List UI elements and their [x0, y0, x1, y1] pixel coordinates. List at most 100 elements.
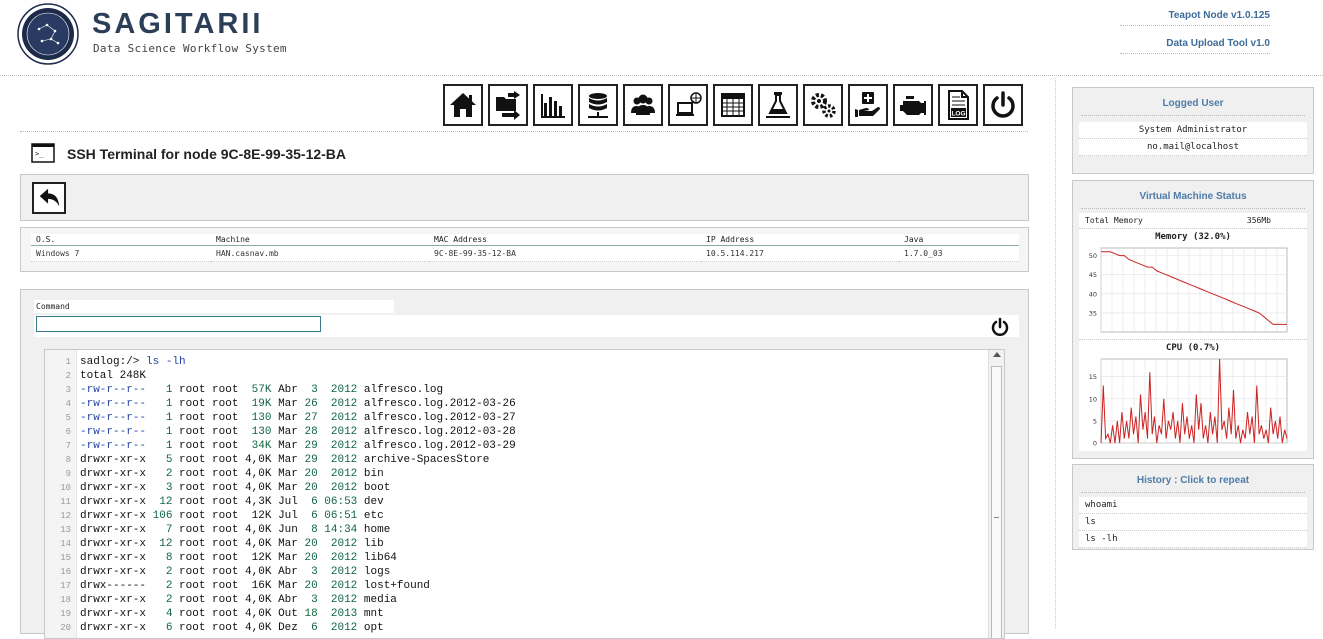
settings-button[interactable]: [803, 84, 843, 126]
file-entry: -rw-r--r-- 1 root root 130 Mar 28 2012 a…: [80, 426, 516, 438]
file-entry: drwxr-xr-x 106 root root 12K Jul 6 06:51…: [80, 510, 384, 522]
terminal-line: 17 drwx------ 2 root root 16K Mar 20 2012…: [45, 579, 516, 593]
terminal-line: 12 drwxr-xr-x 106 root root 12K Jul 6 06:…: [45, 509, 516, 523]
terminal-line: 14 drwxr-xr-x 12 root root 4,0K Mar 20 20…: [45, 537, 516, 551]
file-entry: drwxr-xr-x 12 root root 4,3K Jul 6 06:53…: [80, 496, 384, 508]
file-entry: drwxr-xr-x 12 root root 4,0K Mar 20 2012…: [80, 538, 384, 550]
file-entry: -rw-r--r-- 1 root root 34K Mar 29 2012 a…: [80, 440, 516, 452]
user-email: no.mail@localhost: [1079, 139, 1307, 156]
experiment-icon: [766, 92, 790, 118]
file-entry: -rw-r--r-- 1 root root 130 Mar 27 2012 a…: [80, 412, 516, 424]
table-icon: [721, 93, 745, 117]
line-number: 1: [65, 357, 71, 367]
line-number: 6: [65, 427, 71, 437]
file-entry: drwxr-xr-x 3 root root 4,0K Mar 20 2012 …: [80, 482, 391, 494]
line-number: 14: [60, 539, 71, 549]
power-icon: [991, 91, 1015, 118]
scroll-up-arrow-icon[interactable]: [993, 352, 1001, 357]
disconnect-power-icon[interactable]: [990, 317, 1010, 337]
tables-button[interactable]: [713, 84, 753, 126]
terminal-line: 13 drwxr-xr-x 7 root root 4,0K Jun 8 14:3…: [45, 523, 516, 537]
network-terminal-icon: [676, 92, 702, 116]
os-value: Windows 7: [31, 245, 211, 262]
node-info-panel: O.S. Machine MAC Address IP Address Java…: [20, 227, 1029, 272]
back-arrow-icon: [39, 188, 60, 207]
terminal-line: 7 -rw-r--r-- 1 root root 34K Mar 29 2012 …: [45, 439, 516, 453]
database-icon: [588, 93, 608, 118]
folder-transfer-icon: [496, 91, 520, 120]
database-button[interactable]: [578, 84, 618, 126]
logged-user-panel: Logged User System Administrator no.mail…: [1072, 87, 1314, 174]
y-tick-label: 40: [1089, 290, 1097, 298]
engine-icon: [900, 96, 926, 115]
logged-user-title: Logged User: [1081, 88, 1305, 116]
y-tick-label: 50: [1089, 252, 1097, 260]
line-number: 5: [65, 413, 71, 423]
log-file-icon: LOG: [948, 90, 969, 120]
file-entry: drwxr-xr-x 7 root root 4,0K Jun 8 14:34 …: [80, 524, 391, 536]
back-button[interactable]: [32, 182, 66, 214]
health-button[interactable]: [848, 84, 888, 126]
engine-button[interactable]: [893, 84, 933, 126]
y-tick-label: 10: [1089, 395, 1097, 403]
column-divider: [1055, 78, 1056, 629]
bar-chart-icon: [541, 94, 565, 118]
file-entry: drwxr-xr-x 8 root root 12K Mar 20 2012 l…: [80, 552, 397, 564]
vm-status-title: Virtual Machine Status: [1081, 181, 1305, 209]
brand-title: SAGITARII: [92, 8, 264, 40]
gears-icon: [811, 93, 836, 118]
line-number: 10: [60, 483, 71, 493]
y-tick-label: 45: [1089, 271, 1097, 279]
total-memory-label: Total Memory: [1085, 216, 1143, 225]
ip-address-value: 10.5.114.217: [701, 245, 899, 262]
teapot-node-link[interactable]: Teapot Node v1.0.125: [1120, 10, 1270, 26]
history-title[interactable]: History : Click to repeat: [1081, 465, 1305, 493]
terminal-scrollbar[interactable]: [988, 350, 1004, 638]
file-entry: drwxr-xr-x 2 root root 4,0K Mar 20 2012 …: [80, 468, 384, 480]
table-row: Windows 7 HAN.casnav.mb 9C-8E-99-35-12-B…: [31, 245, 1019, 262]
file-entry: drwxr-xr-x 5 root root 4,0K Mar 29 2012 …: [80, 454, 490, 466]
data-upload-tool-link[interactable]: Data Upload Tool v1.0: [1120, 38, 1270, 54]
command-panel: Command 1 sadlog:/> ls -lh 2 total 248K 3-…: [20, 289, 1029, 639]
memory-chart-svg: 35 40 45 50: [1089, 247, 1288, 333]
terminal-icon: >_: [31, 143, 55, 163]
terminal-lines: 1 sadlog:/> ls -lh 2 total 248K 3 -rw-r--r-…: [45, 355, 516, 635]
y-tick-label: 35: [1089, 309, 1097, 317]
charts-button[interactable]: [533, 84, 573, 126]
brand-subtitle: Data Science Workflow System: [93, 42, 287, 55]
plot-area: [1100, 247, 1288, 333]
line-number: 3: [65, 385, 71, 395]
users-button[interactable]: [623, 84, 663, 126]
line-number: 11: [60, 497, 71, 507]
log-button[interactable]: LOG: [938, 84, 978, 126]
network-nodes-button[interactable]: [668, 84, 708, 126]
terminal-icon-text: >_: [35, 150, 44, 158]
file-transfer-button[interactable]: [488, 84, 528, 126]
line-number: 9: [65, 469, 71, 479]
home-button[interactable]: [443, 84, 483, 126]
scroll-thumb[interactable]: [991, 366, 1002, 638]
history-item[interactable]: whoami: [1079, 497, 1307, 514]
node-info-table: O.S. Machine MAC Address IP Address Java…: [31, 234, 1019, 262]
history-item[interactable]: ls -lh: [1079, 531, 1307, 548]
experiments-button[interactable]: [758, 84, 798, 126]
toolbar-divider: [20, 131, 1028, 132]
terminal-line: 5 -rw-r--r-- 1 root root 130 Mar 27 2012 …: [45, 411, 516, 425]
line-number: 15: [60, 553, 71, 563]
file-entry: drwxr-xr-x 4 root root 4,0K Out 18 2013 …: [80, 608, 384, 620]
column-header-machine: Machine: [211, 234, 429, 246]
file-entry: drwx------ 2 root root 16K Mar 20 2012 l…: [80, 580, 430, 592]
history-item[interactable]: ls: [1079, 514, 1307, 531]
users-icon: [631, 94, 655, 115]
terminal-line: 3 -rw-r--r-- 1 root root 57K Abr 3 2012 a…: [45, 383, 516, 397]
cpu-chart: CPU (0.7%) 0 5 10 15: [1079, 339, 1307, 451]
terminal-line: 9 drwxr-xr-x 2 root root 4,0K Mar 20 2012…: [45, 467, 516, 481]
terminal-line: 2 total 248K: [45, 369, 516, 383]
command-input[interactable]: [36, 316, 321, 332]
file-entry: drwxr-xr-x 2 root root 4,0K Abr 3 2012 m…: [80, 594, 397, 606]
logout-button[interactable]: [983, 84, 1023, 126]
terminal-output[interactable]: 1 sadlog:/> ls -lh 2 total 248K 3 -rw-r--r-…: [44, 349, 1005, 639]
line-number: 19: [60, 609, 71, 619]
terminal-line: 16 drwxr-xr-x 2 root root 4,0K Abr 3 2012…: [45, 565, 516, 579]
terminal-line: 20 drwxr-xr-x 6 root root 4,0K Dez 6 2012…: [45, 621, 516, 635]
